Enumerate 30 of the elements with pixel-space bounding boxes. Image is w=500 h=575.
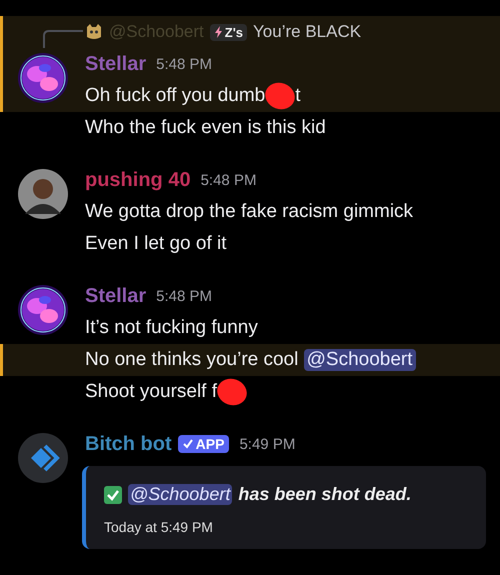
message-text: Oh fuck off you dumb <box>85 85 266 107</box>
app-badge: APP <box>178 435 230 453</box>
check-box-icon <box>104 486 122 504</box>
message-text: We gotta drop the fake racism gimmick <box>85 201 414 223</box>
avatar[interactable] <box>17 284 69 336</box>
message-text: Who the fuck even is this kid <box>85 117 326 139</box>
avatar[interactable] <box>17 168 69 220</box>
username[interactable]: Stellar <box>85 284 146 308</box>
message-text: It’s not fucking funny <box>85 317 258 339</box>
embed-text: has been shot dead. <box>238 484 412 505</box>
message-text: Even I let go of it <box>85 233 227 255</box>
message-text: t <box>295 85 301 107</box>
timestamp: 5:48 PM <box>156 288 212 304</box>
check-icon <box>182 439 193 449</box>
cat-avatar-icon <box>85 23 103 41</box>
timestamp: 5:49 PM <box>239 436 296 452</box>
avatar[interactable] <box>17 432 69 484</box>
user-mention[interactable]: @Schoobert <box>128 484 232 505</box>
message-text: Shoot yourself f <box>85 381 218 403</box>
username[interactable]: Stellar <box>85 52 146 76</box>
embed-footer: Today at 5:49 PM <box>104 519 470 535</box>
server-tag: Z's <box>210 24 248 40</box>
user-mention[interactable]: @Schoobert <box>304 349 416 371</box>
message-text: No one thinks you’re cool <box>85 349 300 371</box>
reply-text: You’re BLACK <box>253 22 362 42</box>
lightning-icon <box>214 26 223 38</box>
username[interactable]: Bitch bot <box>85 432 172 456</box>
username[interactable]: pushing 40 <box>85 168 191 192</box>
timestamp: 5:48 PM <box>156 56 212 72</box>
timestamp: 5:48 PM <box>200 172 256 188</box>
